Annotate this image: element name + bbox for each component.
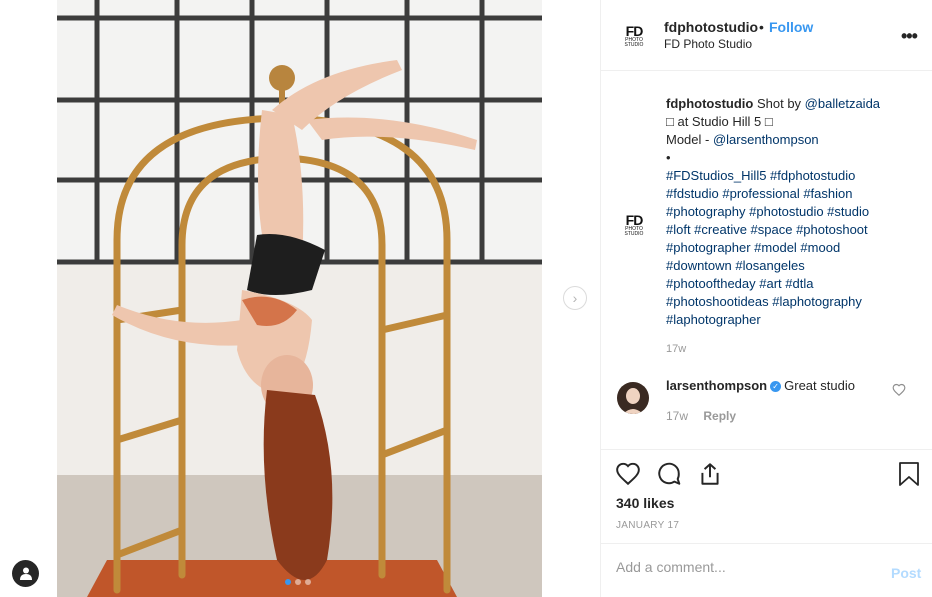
post-date: JANUARY 17 — [616, 520, 680, 531]
actions-divider — [601, 449, 932, 451]
profile-avatar[interactable]: FD PHOTO STUDIO — [617, 19, 651, 53]
comment-timestamp: 17w — [666, 409, 689, 423]
carousel-indicator — [285, 579, 311, 585]
avatar-image — [617, 382, 649, 414]
likes-count[interactable]: 340 likes — [616, 495, 674, 511]
hashtag-line[interactable]: #fdstudio #professional #fashion — [666, 185, 906, 203]
hashtag-line[interactable]: #photooftheday #art #dtla — [666, 275, 906, 293]
comment: larsenthompson ✓ Great studio — [666, 378, 855, 393]
post-caption: fdphotostudio Shot by @balletzaida □ at … — [666, 95, 906, 329]
comment-body: Great studio — [784, 378, 855, 393]
heart-icon[interactable] — [615, 461, 641, 487]
mention-link[interactable]: @larsenthompson — [713, 132, 819, 147]
hashtag-line[interactable]: #FDStudios_Hill5 #fdphotostudio — [666, 167, 906, 185]
caption-text: Shot by — [753, 96, 805, 111]
carousel-dot — [285, 579, 291, 585]
hashtag-line[interactable]: #laphotographer — [666, 311, 906, 329]
user-tags-button[interactable] — [12, 560, 39, 587]
caption-text: Model - — [666, 132, 713, 147]
caption-bullet: • — [666, 150, 671, 165]
follow-button[interactable]: Follow — [769, 19, 813, 35]
carousel-dot — [295, 579, 301, 585]
add-comment-input[interactable] — [616, 559, 866, 575]
header-separator: • — [759, 19, 764, 35]
chevron-right-icon: › — [572, 290, 578, 306]
bookmark-icon[interactable] — [897, 461, 921, 487]
hashtag-line[interactable]: #loft #creative #space #photoshoot — [666, 221, 906, 239]
hashtag-line[interactable]: #photographer #model #mood — [666, 239, 906, 257]
header-username[interactable]: fdphotostudio — [664, 19, 758, 35]
logo-mark: FD — [625, 22, 644, 39]
more-options-icon[interactable]: ••• — [901, 26, 918, 47]
post-comment-button[interactable]: Post — [891, 565, 921, 581]
photo-illustration — [57, 0, 542, 597]
logo-mark: FD — [625, 211, 644, 228]
post-photo[interactable] — [57, 0, 542, 597]
mention-link[interactable]: @balletzaida — [805, 96, 880, 111]
caption-text: □ at Studio Hill 5 □ — [666, 114, 773, 129]
caption-timestamp: 17w — [666, 343, 687, 355]
hashtag-line[interactable]: #photography #photostudio #studio — [666, 203, 906, 221]
hashtag-line[interactable]: #photoshootideas #laphotography — [666, 293, 906, 311]
caption-username[interactable]: fdphotostudio — [666, 96, 753, 111]
reply-button[interactable]: Reply — [703, 409, 736, 423]
caption-avatar[interactable]: FD PHOTO STUDIO — [617, 208, 651, 242]
verified-badge-icon: ✓ — [770, 381, 782, 393]
logo-subtext: PHOTO STUDIO — [624, 36, 644, 48]
person-icon — [19, 567, 32, 580]
like-comment-heart-icon[interactable] — [892, 383, 906, 397]
post-sidebar: FD PHOTO STUDIO fdphotostudio • Follow F… — [600, 0, 932, 597]
location-link[interactable]: FD Photo Studio — [664, 37, 752, 51]
share-icon[interactable] — [697, 461, 723, 487]
carousel-dot — [305, 579, 311, 585]
comment-meta: 17w Reply — [666, 409, 736, 423]
next-slide-button[interactable]: › — [563, 286, 587, 310]
add-comment-section: Post — [601, 543, 932, 597]
post-header: FD PHOTO STUDIO fdphotostudio • Follow F… — [601, 0, 932, 71]
hashtag-line[interactable]: #downtown #losangeles — [666, 257, 906, 275]
comment-username[interactable]: larsenthompson — [666, 378, 767, 393]
logo-subtext: PHOTO STUDIO — [624, 225, 644, 237]
comment-icon[interactable] — [656, 461, 682, 487]
comment-avatar[interactable] — [617, 382, 649, 414]
